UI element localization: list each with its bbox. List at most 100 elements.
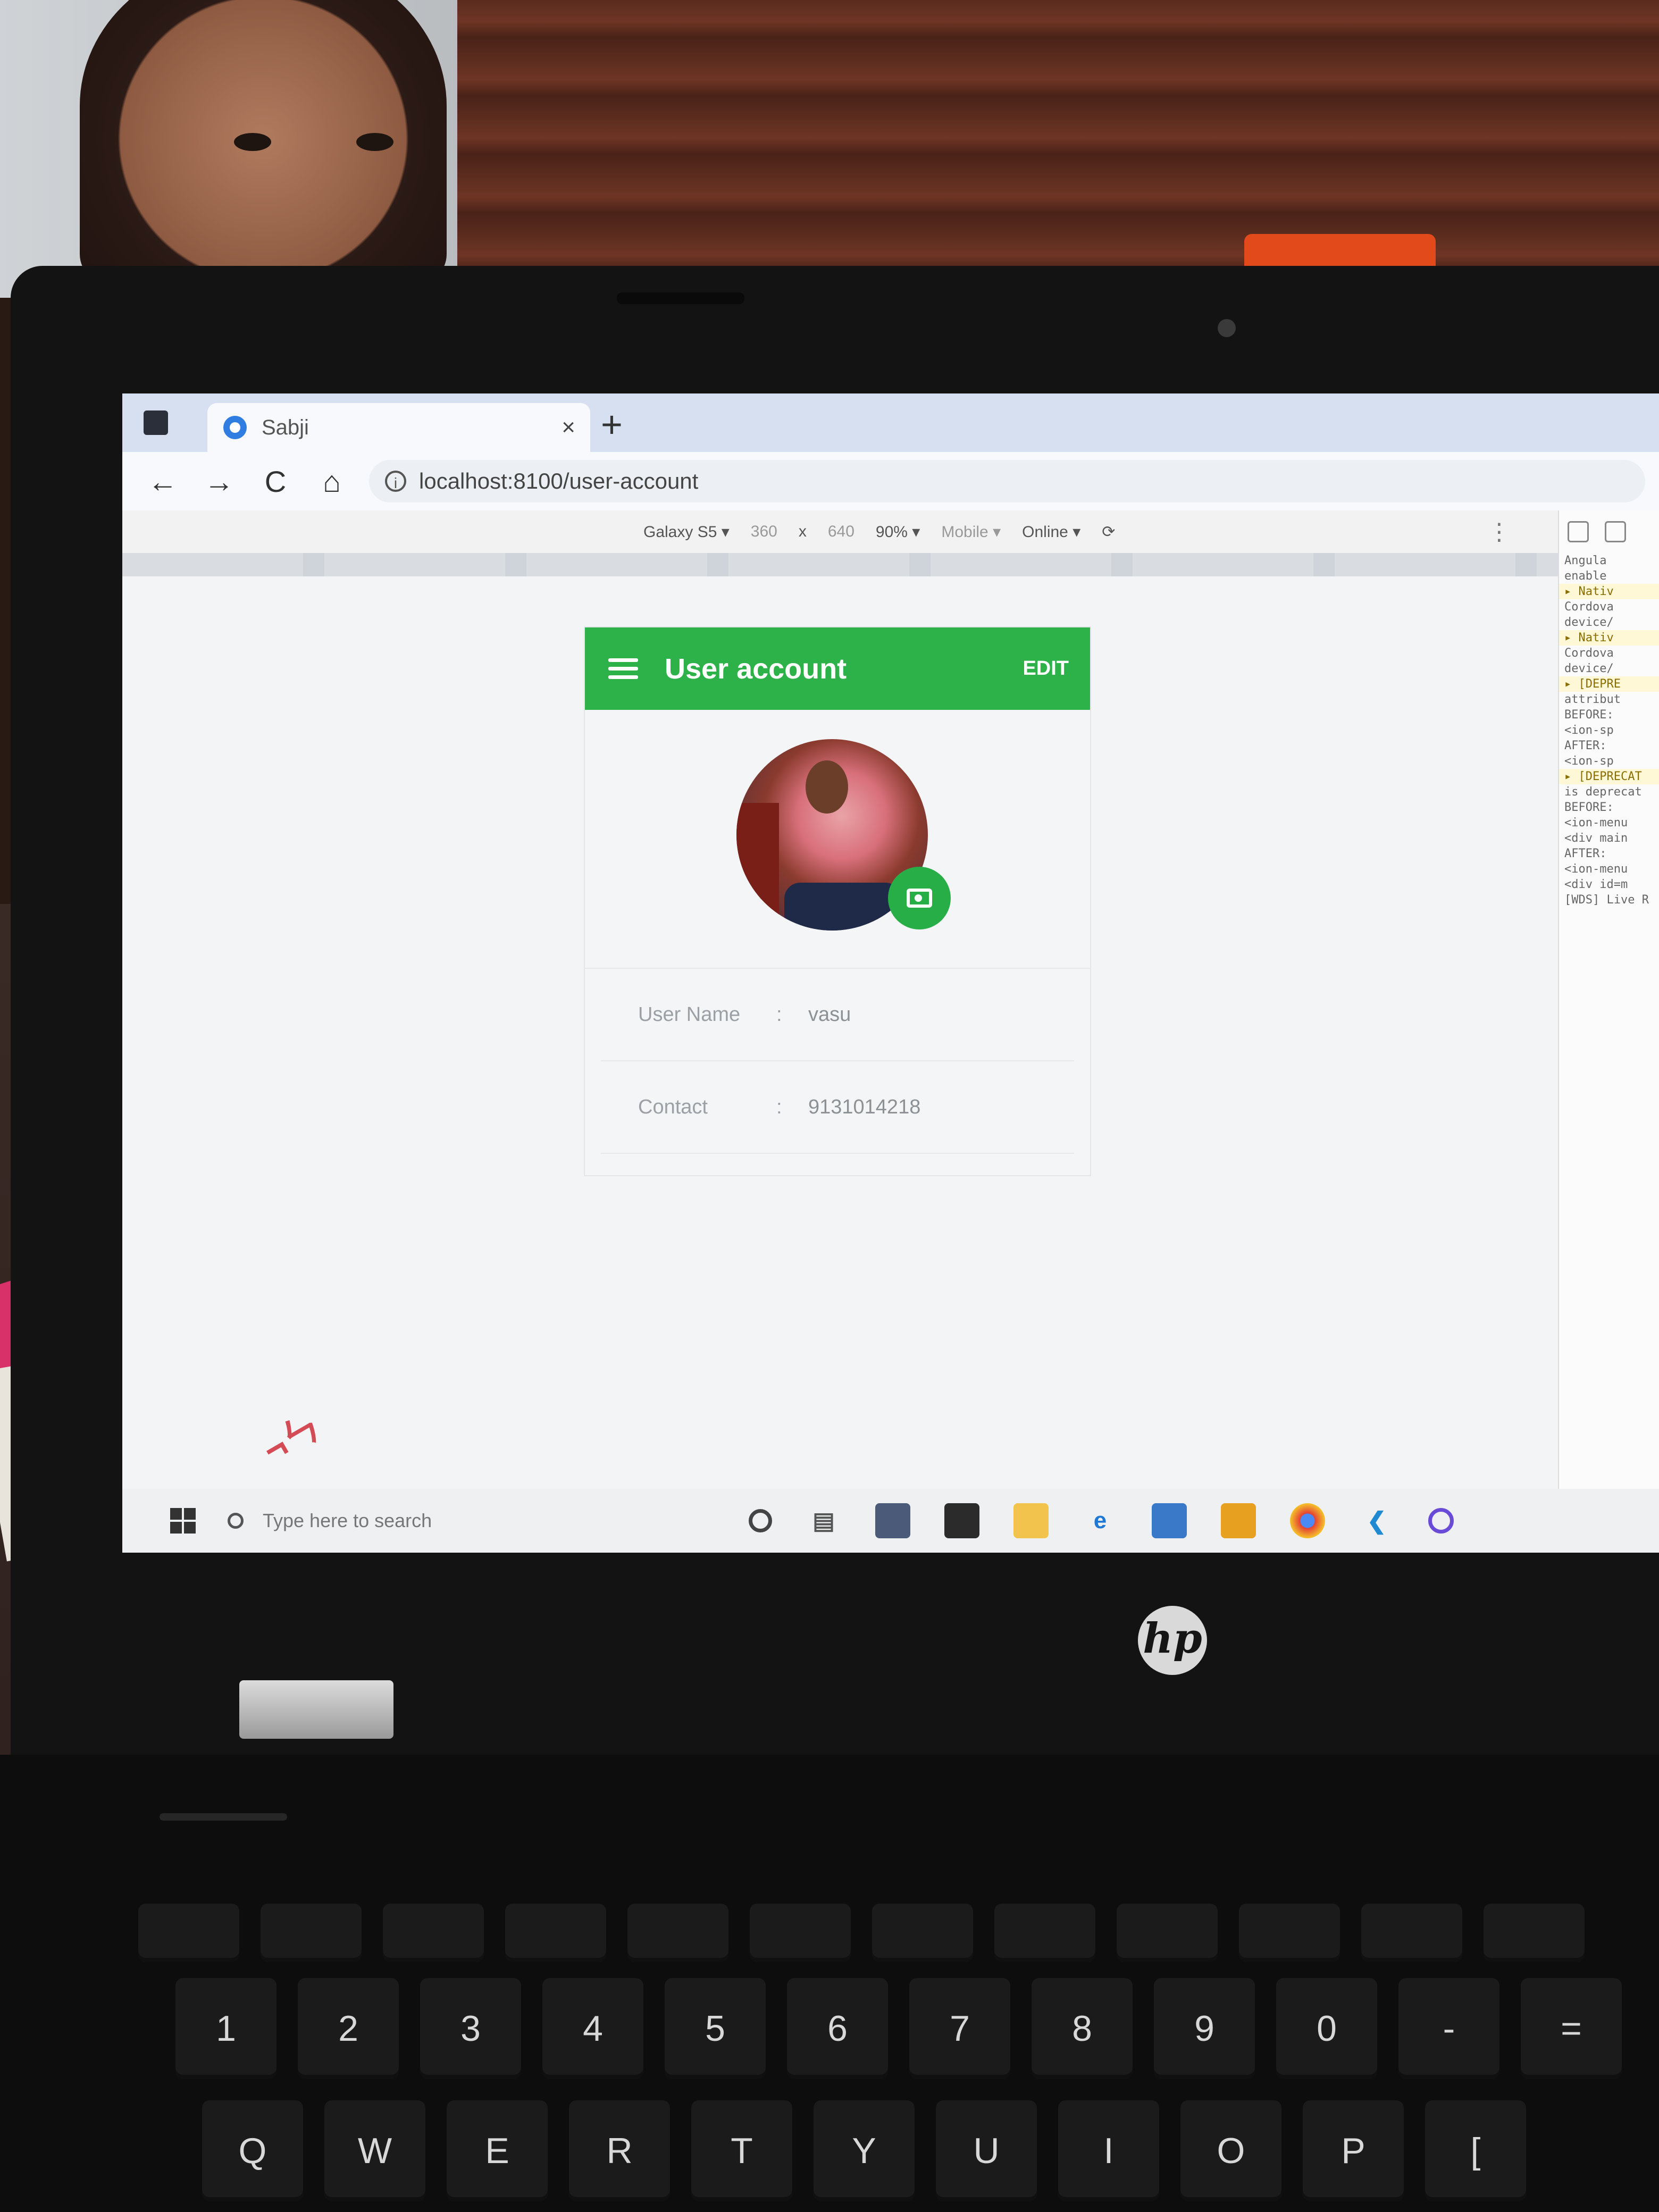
rotate-icon[interactable]: ⟳: [1102, 523, 1115, 541]
keyboard-key[interactable]: [: [1425, 2100, 1526, 2201]
app-icon[interactable]: [1152, 1503, 1187, 1538]
keyboard-key[interactable]: 9: [1154, 1978, 1255, 2079]
keyboard-key[interactable]: [994, 1904, 1095, 1962]
profile-photo-section: [585, 710, 1090, 969]
file-explorer-icon[interactable]: [1013, 1503, 1049, 1538]
keyboard-key[interactable]: 2: [298, 1978, 399, 2079]
reload-icon[interactable]: C: [259, 464, 291, 499]
back-arrow-icon[interactable]: ←: [147, 464, 179, 499]
browser-toolbar: ← → C ⌂ i localhost:8100/user-account: [122, 452, 1659, 510]
keyboard-key[interactable]: 3: [420, 1978, 521, 2079]
keyboard-key[interactable]: 8: [1032, 1978, 1133, 2079]
field-separator: :: [776, 1003, 782, 1026]
keyboard-key[interactable]: W: [324, 2100, 425, 2201]
keyboard-key[interactable]: =: [1521, 1978, 1622, 2079]
console-line: Angula: [1564, 554, 1607, 567]
keyboard-key[interactable]: P: [1303, 2100, 1404, 2201]
keyboard-key[interactable]: [138, 1904, 239, 1962]
zoom-select[interactable]: 90% ▾: [876, 523, 920, 541]
store-icon[interactable]: [944, 1503, 979, 1538]
keyboard-key[interactable]: Y: [814, 2100, 915, 2201]
keyboard-key[interactable]: [505, 1904, 606, 1962]
address-bar[interactable]: i localhost:8100/user-account: [369, 460, 1645, 502]
chrome-icon[interactable]: [1290, 1503, 1325, 1538]
console-line: device/: [1564, 616, 1614, 629]
home-icon[interactable]: ⌂: [316, 464, 348, 499]
inspect-icon[interactable]: [1568, 521, 1589, 542]
keyboard-key[interactable]: -: [1398, 1978, 1499, 2079]
new-tab-button[interactable]: +: [601, 403, 623, 446]
console-line: ▸ Nativ: [1559, 584, 1659, 599]
keyboard-key[interactable]: [750, 1904, 851, 1962]
device-height-input[interactable]: 640: [828, 523, 854, 541]
edit-button[interactable]: EDIT: [1023, 657, 1069, 680]
vscode-icon[interactable]: ❮: [1359, 1503, 1394, 1538]
console-line: Cordova: [1564, 600, 1614, 614]
menu-icon[interactable]: [608, 653, 638, 684]
console-line: <div id=m: [1564, 878, 1628, 891]
app-circle-icon[interactable]: [1428, 1508, 1454, 1534]
keyboard-key[interactable]: 1: [175, 1978, 276, 2079]
keyboard-key[interactable]: [1117, 1904, 1218, 1962]
console-line: AFTER:: [1564, 847, 1607, 860]
screen-watermark-mark: ¬ㄣ: [255, 1405, 328, 1471]
keyboard-key[interactable]: [1484, 1904, 1585, 1962]
site-info-icon[interactable]: i: [385, 471, 406, 492]
console-line: device/: [1564, 662, 1614, 675]
address-url: localhost:8100/user-account: [419, 468, 699, 493]
taskbar-search-placeholder: Type here to search: [263, 1510, 432, 1531]
webcam: [1218, 319, 1236, 337]
page-title: User account: [665, 652, 847, 685]
tab-title: Sabji: [262, 415, 309, 439]
sublime-text-icon[interactable]: [1221, 1503, 1256, 1538]
keyboard-key[interactable]: [872, 1904, 973, 1962]
forward-arrow-icon[interactable]: →: [203, 464, 235, 499]
laptop-screen: Sabji × + ← → C ⌂ i localhost:8100/user-…: [122, 393, 1659, 1553]
mode-select[interactable]: Mobile ▾: [941, 523, 1001, 541]
keyboard-key[interactable]: 4: [542, 1978, 643, 2079]
hp-logo: hp: [1138, 1606, 1207, 1675]
console-line: Cordova: [1564, 647, 1614, 660]
device-width-input[interactable]: 360: [751, 523, 777, 541]
tab-search-icon[interactable]: [144, 410, 168, 435]
taskbar-search-input[interactable]: Type here to search: [228, 1510, 653, 1532]
console-line: <ion-sp: [1564, 755, 1614, 768]
keyboard-key[interactable]: I: [1058, 2100, 1159, 2201]
keyboard-key[interactable]: [1361, 1904, 1462, 1962]
keyboard-key[interactable]: 7: [909, 1978, 1010, 2079]
keyboard-key[interactable]: 5: [665, 1978, 766, 2079]
keyboard-key[interactable]: 0: [1276, 1978, 1377, 2079]
network-select[interactable]: Online ▾: [1022, 523, 1080, 541]
device-toggle-icon[interactable]: [1605, 521, 1626, 542]
edge-browser-icon[interactable]: e: [1083, 1503, 1118, 1538]
keyboard-key[interactable]: [1239, 1904, 1340, 1962]
person-eye: [356, 133, 393, 151]
keyboard-key[interactable]: T: [691, 2100, 792, 2201]
console-line: enable: [1564, 569, 1607, 583]
browser-tab-active[interactable]: Sabji ×: [207, 403, 590, 452]
keyboard-key[interactable]: U: [936, 2100, 1037, 2201]
device-select[interactable]: Galaxy S5 ▾: [643, 523, 730, 541]
keyboard-key[interactable]: Q: [202, 2100, 303, 2201]
laptop-hinge: [239, 1680, 393, 1739]
keyboard-key[interactable]: [261, 1904, 362, 1962]
keyboard-key[interactable]: R: [569, 2100, 670, 2201]
windows-start-icon[interactable]: [170, 1508, 196, 1534]
keyboard-key[interactable]: 6: [787, 1978, 888, 2079]
keyboard-key[interactable]: O: [1180, 2100, 1281, 2201]
mail-icon[interactable]: [875, 1503, 910, 1538]
tab-favicon-icon: [223, 416, 247, 439]
keyboard-key[interactable]: [627, 1904, 728, 1962]
change-photo-button[interactable]: [888, 867, 951, 929]
keyboard-key[interactable]: E: [447, 2100, 548, 2201]
console-log: Angula enable ▸ Nativ Cordova device/▸ Nativ…: [1559, 553, 1659, 908]
username-value: vasu: [808, 1003, 851, 1026]
keyboard-key[interactable]: [383, 1904, 484, 1962]
more-options-icon[interactable]: ⋮: [1487, 518, 1511, 546]
task-view-icon[interactable]: ▤: [806, 1503, 841, 1538]
tab-close-icon[interactable]: ×: [562, 414, 575, 441]
info-row-contact: Contact : 9131014218: [601, 1061, 1074, 1154]
lid-bump: [617, 292, 744, 304]
console-line: ▸ [DEPRE: [1559, 676, 1659, 692]
cortana-icon[interactable]: [749, 1509, 772, 1532]
